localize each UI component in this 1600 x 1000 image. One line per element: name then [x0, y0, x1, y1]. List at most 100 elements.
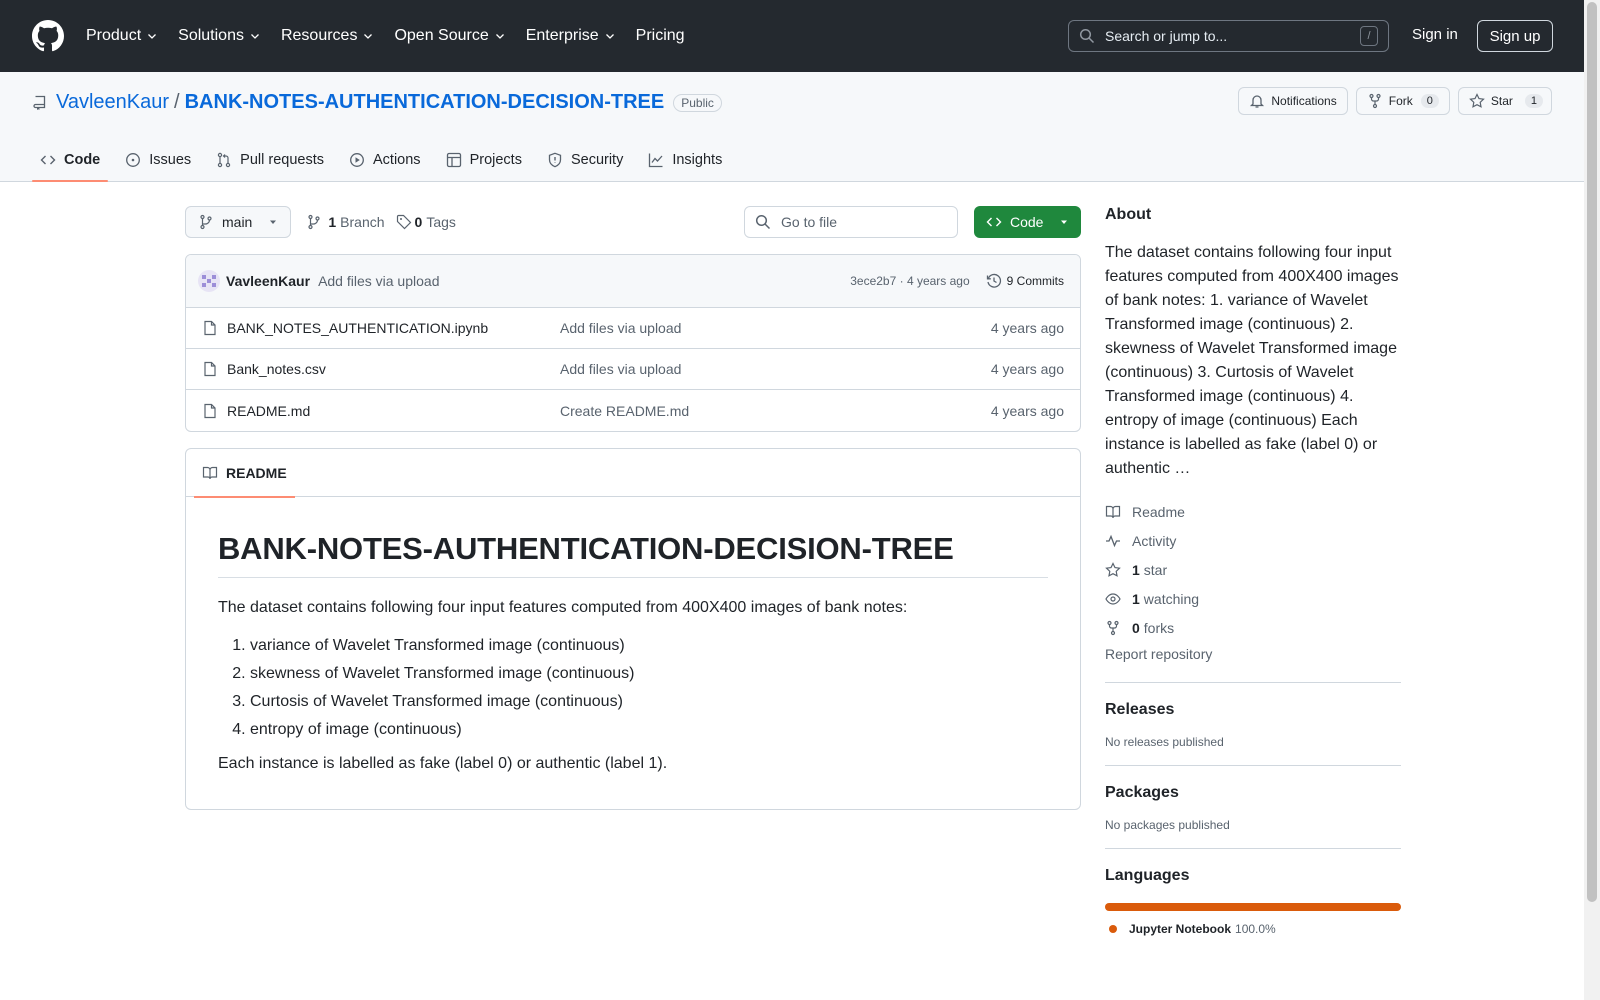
readme-panel: README BANK-NOTES-AUTHENTICATION-DECISIO…: [185, 448, 1081, 810]
github-logo-icon[interactable]: [32, 20, 64, 52]
commit-author-link[interactable]: VavleenKaur: [226, 273, 310, 289]
list-item: Curtosis of Wavelet Transformed image (c…: [250, 690, 1048, 714]
pulse-icon: [1106, 534, 1120, 547]
play-icon: [350, 153, 364, 167]
file-row[interactable]: Bank_notes.csv Add files via upload 4 ye…: [186, 349, 1080, 390]
sign-in-link[interactable]: Sign in: [1412, 26, 1458, 43]
tab-insights[interactable]: Insights: [640, 138, 730, 182]
file-age: 4 years ago: [990, 402, 1064, 419]
list-item: variance of Wavelet Transformed image (c…: [250, 634, 1048, 658]
global-nav: Product Solutions Resources Open Source …: [86, 16, 705, 56]
page-scrollbar[interactable]: [1584, 0, 1600, 1000]
search-shortcut-key: /: [1360, 26, 1378, 46]
repo-tabs: Code Issues Pull requests Actions Projec…: [32, 138, 739, 182]
language-item[interactable]: Jupyter Notebook 100.0%: [1105, 922, 1401, 936]
file-icon: [204, 403, 216, 418]
tab-code[interactable]: Code: [32, 138, 109, 182]
branch-selector-button[interactable]: main: [185, 206, 292, 238]
issue-icon: [126, 153, 141, 167]
file-icon: [204, 361, 216, 377]
fork-icon: [1369, 93, 1381, 109]
readme-intro: The dataset contains following four inpu…: [218, 599, 908, 616]
branch-icon: [200, 214, 212, 230]
watchers-link[interactable]: 1 watching: [1105, 584, 1401, 613]
file-name-link[interactable]: Bank_notes.csv: [227, 361, 560, 377]
file-name-link[interactable]: README.md: [227, 403, 560, 419]
list-item: skewness of Wavelet Transformed image (c…: [250, 662, 1048, 686]
commits-history-link[interactable]: 9 Commits: [986, 273, 1064, 289]
stars-link[interactable]: 1 star: [1105, 555, 1401, 584]
tab-security[interactable]: Security: [539, 138, 631, 182]
packages-empty-text: No packages published: [1105, 818, 1230, 832]
repo-name-link[interactable]: BANK-NOTES-AUTHENTICATION-DECISION-TREE: [185, 91, 665, 114]
readme-tab[interactable]: README: [194, 449, 295, 498]
sign-up-button[interactable]: Sign up: [1477, 20, 1553, 52]
releases-heading[interactable]: Releases: [1105, 701, 1401, 719]
packages-heading[interactable]: Packages: [1105, 784, 1401, 802]
repo-title: VavleenKaur / BANK-NOTES-AUTHENTICATION-…: [32, 91, 722, 114]
search-icon: [755, 214, 771, 230]
nav-product[interactable]: Product: [86, 16, 158, 56]
chevron-down-icon: [364, 34, 373, 39]
file-toolbar: main 1 Branch 0 Tags Go to file Code: [185, 206, 1081, 238]
nav-resources[interactable]: Resources: [281, 16, 374, 56]
star-button[interactable]: Star 1: [1457, 87, 1552, 115]
tab-actions[interactable]: Actions: [341, 138, 429, 182]
repo-icon: [33, 95, 46, 110]
about-links: Readme Activity 1 star 1 watching 0 forks R…: [1105, 497, 1401, 666]
nav-pricing[interactable]: Pricing: [636, 16, 685, 56]
nav-enterprise[interactable]: Enterprise: [526, 16, 616, 56]
tab-pull-requests[interactable]: Pull requests: [208, 138, 332, 182]
pull-request-icon: [217, 152, 231, 168]
star-count: 1: [1524, 94, 1543, 108]
file-commit-message[interactable]: Add files via upload: [560, 320, 991, 336]
tags-link[interactable]: 0 Tags: [396, 214, 456, 230]
book-icon: [202, 466, 218, 480]
caret-down-icon: [1061, 220, 1067, 224]
code-dropdown-button[interactable]: Code: [974, 206, 1081, 238]
chevron-down-icon: [148, 34, 157, 39]
report-repository-link[interactable]: Report repository: [1105, 646, 1401, 666]
language-color-dot: [1109, 925, 1117, 933]
latest-commit: VavleenKaur Add files via upload 3ece2b7…: [186, 255, 1080, 308]
language-bar: [1105, 903, 1401, 911]
fork-count: 0: [1420, 94, 1439, 108]
commit-message-link[interactable]: Add files via upload: [318, 273, 850, 289]
commit-hash-age[interactable]: 3ece2b7 · 4 years ago: [850, 274, 969, 288]
chevron-down-icon: [605, 34, 614, 39]
readme-link[interactable]: Readme: [1105, 497, 1401, 526]
notifications-button[interactable]: Notifications: [1238, 87, 1348, 115]
file-name-link[interactable]: BANK_NOTES_AUTHENTICATION.ipynb: [227, 320, 560, 336]
forks-link[interactable]: 0 forks: [1105, 613, 1401, 642]
file-icon: [204, 320, 216, 336]
repo-owner-link[interactable]: VavleenKaur: [56, 91, 169, 114]
nav-open-source[interactable]: Open Source: [394, 16, 505, 56]
repo-separator: /: [174, 91, 180, 113]
file-listing: VavleenKaur Add files via upload 3ece2b7…: [185, 254, 1081, 432]
scrollbar-thumb[interactable]: [1587, 2, 1597, 902]
avatar[interactable]: [198, 270, 220, 292]
activity-link[interactable]: Activity: [1105, 526, 1401, 555]
tab-issues[interactable]: Issues: [117, 138, 199, 182]
branches-link[interactable]: 1 Branch: [306, 214, 385, 230]
chevron-down-icon: [251, 34, 259, 39]
file-commit-message[interactable]: Create README.md: [560, 403, 991, 419]
graph-icon: [649, 153, 663, 168]
file-row[interactable]: BANK_NOTES_AUTHENTICATION.ipynb Add file…: [186, 308, 1080, 349]
readme-content: BANK-NOTES-AUTHENTICATION-DECISION-TREE …: [186, 497, 1080, 810]
caret-down-icon: [270, 220, 277, 224]
file-commit-message[interactable]: Add files via upload: [560, 361, 991, 377]
global-header: Product Solutions Resources Open Source …: [0, 0, 1584, 72]
chevron-down-icon: [495, 34, 504, 39]
tab-projects[interactable]: Projects: [438, 138, 530, 182]
main-column: main 1 Branch 0 Tags Go to file Code Vav…: [185, 206, 1081, 810]
releases-section: Releases No releases published: [1105, 682, 1401, 749]
book-icon: [1105, 505, 1121, 518]
file-row[interactable]: README.md Create README.md 4 years ago: [186, 390, 1080, 431]
nav-solutions[interactable]: Solutions: [178, 16, 261, 56]
fork-button[interactable]: Fork 0: [1355, 87, 1450, 115]
about-heading: About: [1105, 206, 1152, 223]
global-search-input[interactable]: Search or jump to... /: [1068, 20, 1389, 52]
bell-icon: [1250, 95, 1265, 108]
go-to-file-input[interactable]: Go to file: [744, 206, 958, 238]
